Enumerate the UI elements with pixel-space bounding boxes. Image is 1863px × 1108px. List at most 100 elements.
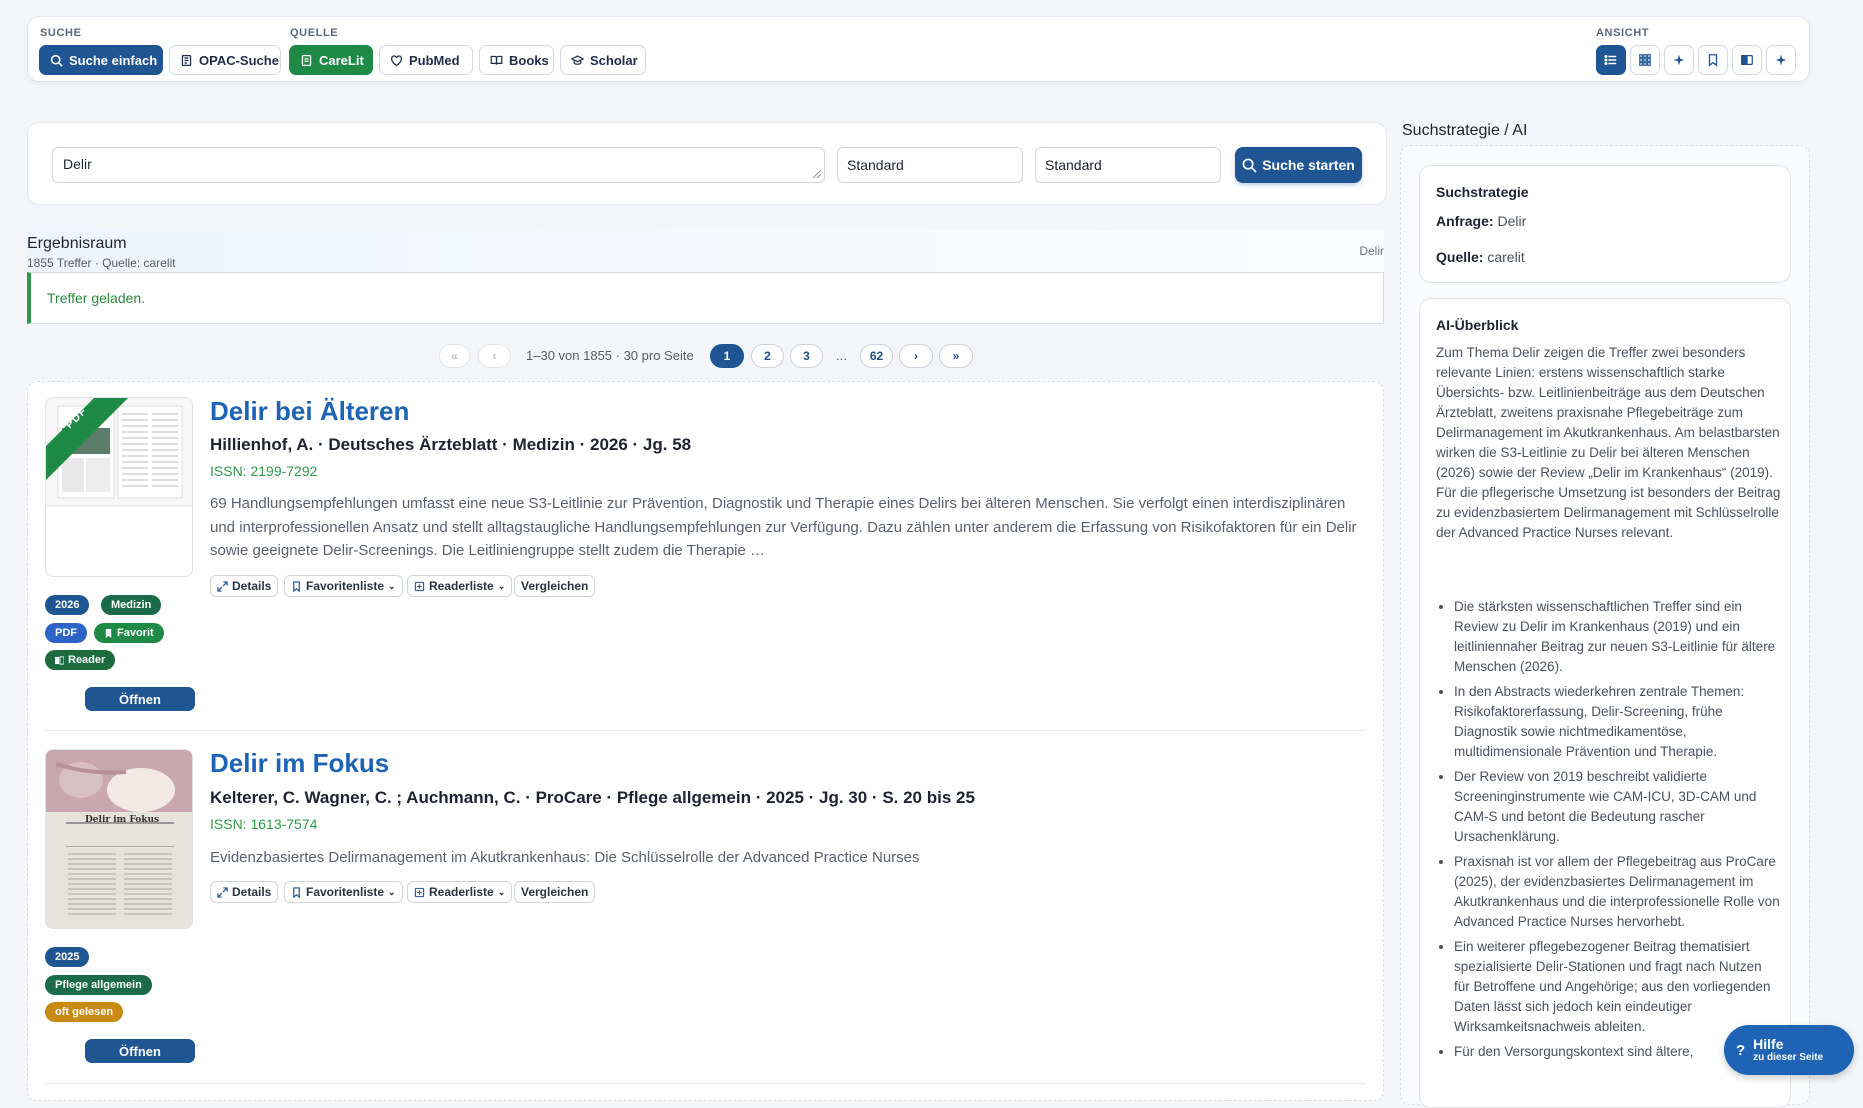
ai-bullets: Die stärksten wissenschaftlichen Treffer… <box>1436 597 1781 1067</box>
pager-page-3[interactable]: 3 <box>790 344 823 368</box>
chevron-down-icon: ⌄ <box>388 886 396 897</box>
ai-bullet: Praxisnah ist vor allem der Pflegebeitra… <box>1454 852 1781 932</box>
pager-next-button[interactable]: › <box>899 344 933 368</box>
readerliste-label: Readerliste <box>429 579 494 593</box>
scholar-button[interactable]: Scholar <box>560 45 646 75</box>
details-button[interactable]: Details <box>210 881 279 903</box>
result-issn-2: ISSN: 1613-7574 <box>210 816 318 832</box>
reader-icon <box>55 655 64 665</box>
sidebar-title: Suchstrategie / AI <box>1402 122 1528 139</box>
help-sub: zu dieser Seite <box>1753 1052 1824 1063</box>
badge-favorit: Favorit <box>94 623 164 643</box>
search-card: Standard Standard Suche starten <box>27 122 1387 205</box>
result-divider <box>45 730 1366 731</box>
pubmed-button[interactable]: PubMed <box>379 45 473 75</box>
result-abstract-1: 69 Handlungsempfehlungen umfasst eine ne… <box>210 495 1357 559</box>
split-panel-icon <box>1740 53 1754 67</box>
details-button[interactable]: Details <box>210 575 279 597</box>
anfrage-value: Delir <box>1497 213 1527 229</box>
search-input[interactable] <box>52 147 825 183</box>
grid-view-button[interactable] <box>1630 45 1660 75</box>
strategy-heading: Suchstrategie <box>1436 184 1529 200</box>
badge-reader: Reader <box>45 650 116 670</box>
pager-page-1[interactable]: 1 <box>710 344 744 368</box>
opac-suche-button[interactable]: OPAC-Suche <box>169 45 281 75</box>
grid-icon <box>1638 53 1652 67</box>
badge-subject: Medizin <box>101 595 162 615</box>
readerliste-button[interactable]: Readerliste ⌄ <box>407 575 513 597</box>
carelit-button[interactable]: CareLit <box>289 45 373 75</box>
quelle-value: carelit <box>1487 249 1525 265</box>
pager-page-last[interactable]: 62 <box>860 344 893 368</box>
suche-einfach-button[interactable]: Suche einfach <box>39 45 163 75</box>
chevron-down-icon: ⌄ <box>497 580 506 591</box>
strategy-quelle: Quelle: carelit <box>1436 249 1525 265</box>
strategy-anfrage: Anfrage: Delir <box>1436 213 1526 229</box>
cover-heading-2: Delir im Fokus <box>85 815 160 825</box>
help-text: Hilfe zu dieser Seite <box>1753 1037 1824 1064</box>
badge-reader-label: Reader <box>68 654 106 666</box>
vergleichen-button[interactable]: Vergleichen <box>514 881 596 903</box>
resize-handle-icon[interactable] <box>810 167 822 179</box>
results-query-tag: Delir <box>1359 244 1384 258</box>
ai-bullet: Ein weiterer pflegebezogener Beitrag the… <box>1454 937 1781 1037</box>
book-open-icon <box>490 54 503 67</box>
search-field-select[interactable]: Standard <box>837 147 1023 183</box>
result-meta-1: Hillienhof, A. · Deutsches Ärzteblatt · … <box>210 435 692 454</box>
pager-last-button[interactable]: » <box>939 344 973 368</box>
favoritenliste-label: Favoritenliste <box>306 885 385 899</box>
readerliste-label: Readerliste <box>429 885 494 899</box>
search-mode-select[interactable]: Standard <box>1035 147 1221 183</box>
status-message: Treffer geladen. <box>27 272 1384 324</box>
result-cover-2[interactable] <box>45 749 193 929</box>
ai-sparkle-button[interactable] <box>1664 45 1694 75</box>
favoritenliste-label: Favoritenliste <box>306 579 385 593</box>
sparkle-icon <box>1774 53 1788 67</box>
vergleichen-button[interactable]: Vergleichen <box>514 575 596 597</box>
ai-bullet: Die stärksten wissenschaftlichen Treffer… <box>1454 597 1781 677</box>
badge-pdf: PDF <box>45 623 87 643</box>
pager-info: 1–30 von 1855 · 30 pro Seite <box>526 348 694 363</box>
help-button[interactable]: ? Hilfe zu dieser Seite <box>1724 1025 1854 1075</box>
books-button[interactable]: Books <box>479 45 554 75</box>
ai-intro: Zum Thema Delir zeigen die Treffer zwei … <box>1436 345 1781 540</box>
anfrage-label: Anfrage: <box>1436 213 1494 229</box>
search-submit-label: Suche starten <box>1262 157 1355 173</box>
reader-view-button[interactable] <box>1732 45 1762 75</box>
pager-prev-button[interactable]: ‹ <box>478 344 511 368</box>
results-summary: 1855 Treffer · Quelle: carelit <box>27 256 176 270</box>
top-toolbar: SUCHE QUELLE ANSICHT Suche einfach OPAC-… <box>27 16 1810 82</box>
group-label-quelle: QUELLE <box>290 27 339 39</box>
open-button-2[interactable]: Öffnen <box>85 1039 195 1063</box>
result-title-1[interactable]: Delir bei Älteren <box>210 396 409 427</box>
list-view-button[interactable] <box>1596 45 1626 75</box>
result-divider <box>45 1083 1366 1084</box>
sparkle-icon <box>1672 53 1686 67</box>
suche-einfach-label: Suche einfach <box>69 52 158 68</box>
details-label: Details <box>232 885 272 899</box>
readerliste-button[interactable]: Readerliste ⌄ <box>407 881 513 903</box>
plus-square-icon <box>414 887 425 898</box>
ai-heading: AI-Überblick <box>1436 317 1519 333</box>
expand-icon <box>217 886 228 898</box>
ai-assist-button[interactable] <box>1766 45 1796 75</box>
bookmark-icon <box>291 580 302 592</box>
open-button-1[interactable]: Öffnen <box>85 687 195 711</box>
favoritenliste-button[interactable]: Favoritenliste ⌄ <box>284 881 403 903</box>
favoritenliste-button[interactable]: Favoritenliste ⌄ <box>284 575 403 597</box>
pager-first-button[interactable]: « <box>439 344 470 368</box>
search-submit-button[interactable]: Suche starten <box>1235 147 1362 183</box>
bookmark-view-button[interactable] <box>1698 45 1728 75</box>
badge-popular: oft gelesen <box>45 1002 124 1022</box>
carelit-label: CareLit <box>319 52 364 68</box>
pager-page-2[interactable]: 2 <box>751 344 784 368</box>
results-title: Ergebnisraum <box>27 235 127 252</box>
result-title-2[interactable]: Delir im Fokus <box>210 748 389 779</box>
badge-year: 2026 <box>45 595 90 615</box>
result-meta-2: Kelterer, C. Wagner, C. ; Auchmann, C. ·… <box>210 788 975 807</box>
pubmed-label: PubMed <box>409 52 460 68</box>
badge-year: 2025 <box>45 947 90 967</box>
plus-square-icon <box>414 581 425 592</box>
ai-bullet: In den Abstracts wiederkehren zentrale T… <box>1454 682 1781 762</box>
pagination: « ‹ 1–30 von 1855 · 30 pro Seite 1 2 3 .… <box>0 344 1400 368</box>
